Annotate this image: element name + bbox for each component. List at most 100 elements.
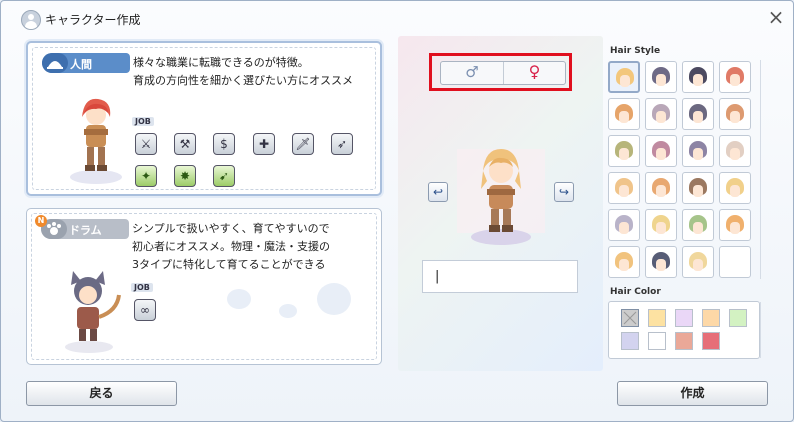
hair-style-option[interactable] bbox=[682, 246, 714, 278]
hair-style-option[interactable] bbox=[645, 98, 677, 130]
hair-color-swatch[interactable] bbox=[675, 332, 693, 350]
hair-color-swatch[interactable] bbox=[729, 309, 747, 327]
user-icon bbox=[21, 10, 41, 30]
hair-style-face bbox=[693, 74, 703, 86]
hair-style-option[interactable] bbox=[645, 135, 677, 167]
hair-color-swatch[interactable] bbox=[648, 332, 666, 350]
hair-style-option[interactable] bbox=[719, 209, 751, 241]
hair-color-label: Hair Color bbox=[610, 287, 661, 297]
human-character-sprite bbox=[66, 93, 136, 191]
hair-style-option[interactable] bbox=[608, 246, 640, 278]
character-name-input[interactable]: | bbox=[422, 260, 578, 293]
summoner-icon[interactable]: ∞ bbox=[134, 299, 156, 321]
description-line: シンプルで扱いやすく、育てやすいので bbox=[132, 222, 330, 235]
female-icon[interactable]: ♀ bbox=[504, 62, 565, 84]
paw-decoration bbox=[317, 283, 351, 315]
hair-color-palette bbox=[608, 301, 760, 359]
hair-style-face bbox=[620, 75, 630, 87]
hair-style-option[interactable] bbox=[682, 61, 714, 93]
hair-style-label: Hair Style bbox=[610, 46, 661, 56]
blacksmith-icon[interactable]: ⚒ bbox=[174, 133, 196, 155]
hair-style-option[interactable] bbox=[719, 135, 751, 167]
hair-style-option[interactable] bbox=[608, 172, 640, 204]
male-icon[interactable]: ♂ bbox=[441, 62, 504, 84]
hair-style-option[interactable] bbox=[645, 172, 677, 204]
description-line: 3タイプに特化して育てることができる bbox=[132, 258, 326, 271]
hair-style-face bbox=[656, 222, 666, 234]
hair-style-face bbox=[619, 222, 629, 234]
hair-color-swatch[interactable] bbox=[675, 309, 693, 327]
hair-style-scrollbar[interactable] bbox=[760, 60, 767, 279]
acolyte-icon[interactable]: ✚ bbox=[253, 133, 275, 155]
hair-style-face bbox=[656, 185, 666, 197]
hair-style-face bbox=[730, 74, 740, 86]
thief-icon[interactable]: 🗡 bbox=[292, 133, 314, 155]
new-badge-icon: N bbox=[35, 215, 47, 227]
hair-style-option[interactable] bbox=[608, 209, 640, 241]
hair-style-option[interactable] bbox=[645, 61, 677, 93]
hair-color-swatch[interactable] bbox=[702, 309, 720, 327]
title-bar: キャラクター作成 × bbox=[1, 1, 793, 35]
hair-style-grid bbox=[606, 59, 761, 281]
ninja-icon[interactable]: ✸ bbox=[174, 165, 196, 187]
race-description: シンプルで扱いやすく、育てやすいので 初心者にオススメ。物理・魔法・支援の 3タ… bbox=[132, 220, 330, 274]
merchant-icon[interactable]: $ bbox=[213, 133, 235, 155]
hair-style-option[interactable] bbox=[682, 135, 714, 167]
hair-style-face bbox=[730, 148, 740, 160]
hair-style-option[interactable] bbox=[719, 172, 751, 204]
hair-color-swatch[interactable] bbox=[621, 332, 639, 350]
hair-style-option[interactable] bbox=[645, 209, 677, 241]
race-card-human[interactable]: 人間 様々な職業に転職できるのが特徴。 育成の方向性を細かく選びたい方にオススメ… bbox=[26, 41, 382, 196]
paw-decoration bbox=[279, 304, 297, 318]
hair-style-option[interactable] bbox=[719, 61, 751, 93]
hair-style-face bbox=[693, 148, 703, 160]
hair-style-option[interactable] bbox=[682, 98, 714, 130]
rotate-left-arrow-icon[interactable]: ↩ bbox=[428, 182, 448, 202]
doram-character-sprite bbox=[57, 267, 137, 360]
hair-style-face bbox=[730, 222, 740, 234]
hair-style-face bbox=[656, 259, 666, 271]
race-tag-doram: ドラム bbox=[41, 219, 129, 239]
race-name: ドラム bbox=[69, 224, 102, 237]
rotate-right-arrow-icon[interactable]: ↪ bbox=[554, 182, 574, 202]
hair-style-face bbox=[656, 111, 666, 123]
swordsman-icon[interactable]: ⚔ bbox=[135, 133, 157, 155]
hair-style-face bbox=[693, 185, 703, 197]
hair-style-face bbox=[619, 148, 629, 160]
job-label: JOB bbox=[131, 283, 153, 292]
hair-style-option[interactable] bbox=[682, 209, 714, 241]
hair-style-option[interactable] bbox=[645, 246, 677, 278]
hair-style-face bbox=[730, 185, 740, 197]
hair-style-option[interactable] bbox=[719, 98, 751, 130]
description-line: 初心者にオススメ。物理・魔法・支援の bbox=[132, 240, 330, 253]
description-line: 育成の方向性を細かく選びたい方にオススメ bbox=[133, 74, 353, 87]
hair-style-option[interactable] bbox=[682, 172, 714, 204]
hair-style-face bbox=[693, 222, 703, 234]
selected-check-icon bbox=[623, 311, 637, 325]
race-tag-human: 人間 bbox=[42, 53, 130, 73]
close-icon[interactable]: × bbox=[765, 7, 787, 29]
hair-style-option[interactable] bbox=[608, 98, 640, 130]
helmet-icon bbox=[42, 53, 68, 73]
create-button[interactable]: 作成 bbox=[617, 381, 768, 406]
hair-style-option[interactable] bbox=[719, 246, 751, 278]
hair-color-swatch[interactable] bbox=[621, 309, 639, 327]
archer-icon[interactable]: ➶ bbox=[331, 133, 353, 155]
hair-color-swatch[interactable] bbox=[702, 332, 720, 350]
hair-color-scrollbar[interactable] bbox=[760, 302, 767, 358]
hair-style-face bbox=[619, 111, 629, 123]
hair-style-face bbox=[693, 259, 703, 271]
hair-style-option[interactable] bbox=[608, 135, 640, 167]
hair-style-face bbox=[656, 74, 666, 86]
hair-style-face bbox=[619, 185, 629, 197]
race-name: 人間 bbox=[70, 58, 92, 71]
gunslinger-icon[interactable]: ➹ bbox=[213, 165, 235, 187]
taekwon-icon[interactable]: ✦ bbox=[135, 165, 157, 187]
hair-color-swatch[interactable] bbox=[648, 309, 666, 327]
race-description: 様々な職業に転職できるのが特徴。 育成の方向性を細かく選びたい方にオススメ bbox=[133, 54, 353, 90]
race-card-doram[interactable]: ドラム N シンプルで扱いやすく、育てやすいので 初心者にオススメ。物理・魔法・… bbox=[26, 208, 382, 365]
back-button[interactable]: 戻る bbox=[26, 381, 177, 406]
hair-style-face bbox=[656, 148, 666, 160]
hair-style-face bbox=[619, 259, 629, 271]
hair-style-option[interactable] bbox=[608, 61, 640, 93]
